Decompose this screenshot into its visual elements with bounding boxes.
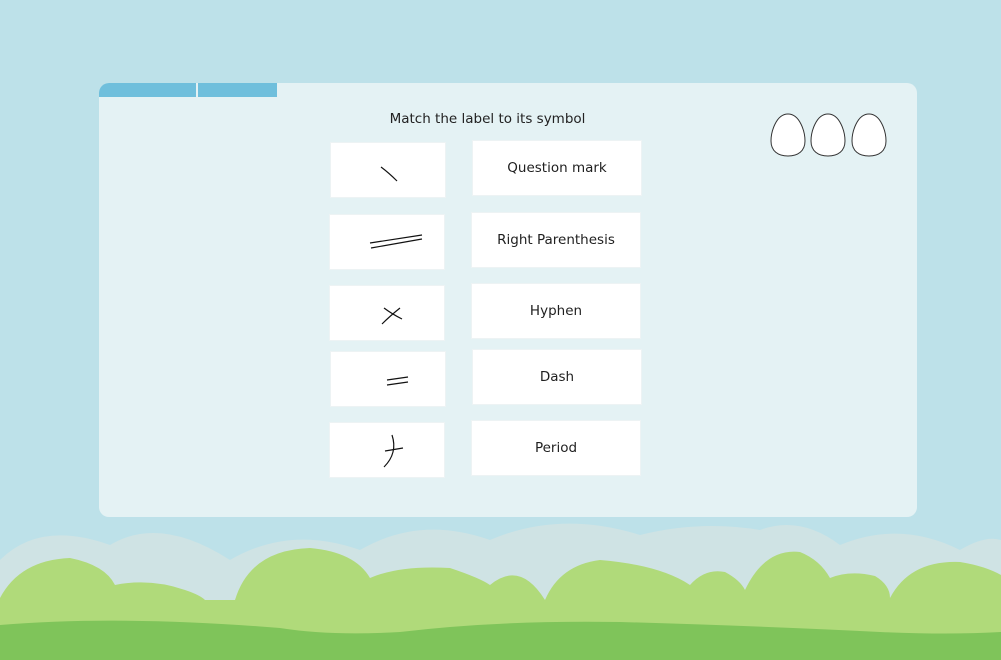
question-prompt: Match the label to its symbol <box>389 111 586 127</box>
egg-icon <box>810 113 846 157</box>
symbol-card[interactable] <box>330 215 444 269</box>
progress-segment <box>99 83 196 97</box>
label-text: Period <box>534 440 578 456</box>
label-text: Hyphen <box>529 303 583 319</box>
egg-icon <box>770 113 806 157</box>
hook-cross-symbol <box>383 434 404 468</box>
symbol-card[interactable] <box>331 352 445 406</box>
label-card[interactable]: Question mark <box>473 141 641 195</box>
symbol-card[interactable] <box>331 143 445 197</box>
label-card[interactable]: Hyphen <box>472 284 640 338</box>
label-text: Right Parenthesis <box>497 232 615 248</box>
cross-stroke-symbol <box>381 307 403 325</box>
progress-bar <box>99 83 277 97</box>
label-text: Question mark <box>507 160 607 176</box>
label-card[interactable]: Period <box>472 421 640 475</box>
progress-segment <box>198 83 277 97</box>
symbol-card[interactable] <box>330 286 444 340</box>
game-panel: Match the label to its symbol Question m… <box>99 83 917 517</box>
label-card[interactable]: Dash <box>473 350 641 404</box>
symbol-card[interactable] <box>330 423 444 477</box>
double-long-line-symbol <box>369 234 423 249</box>
label-card[interactable]: Right Parenthesis <box>472 213 640 267</box>
backslash-stroke-symbol <box>380 166 398 182</box>
short-equal-symbol <box>386 376 409 386</box>
egg-icon <box>851 113 887 157</box>
label-text: Dash <box>539 369 575 385</box>
